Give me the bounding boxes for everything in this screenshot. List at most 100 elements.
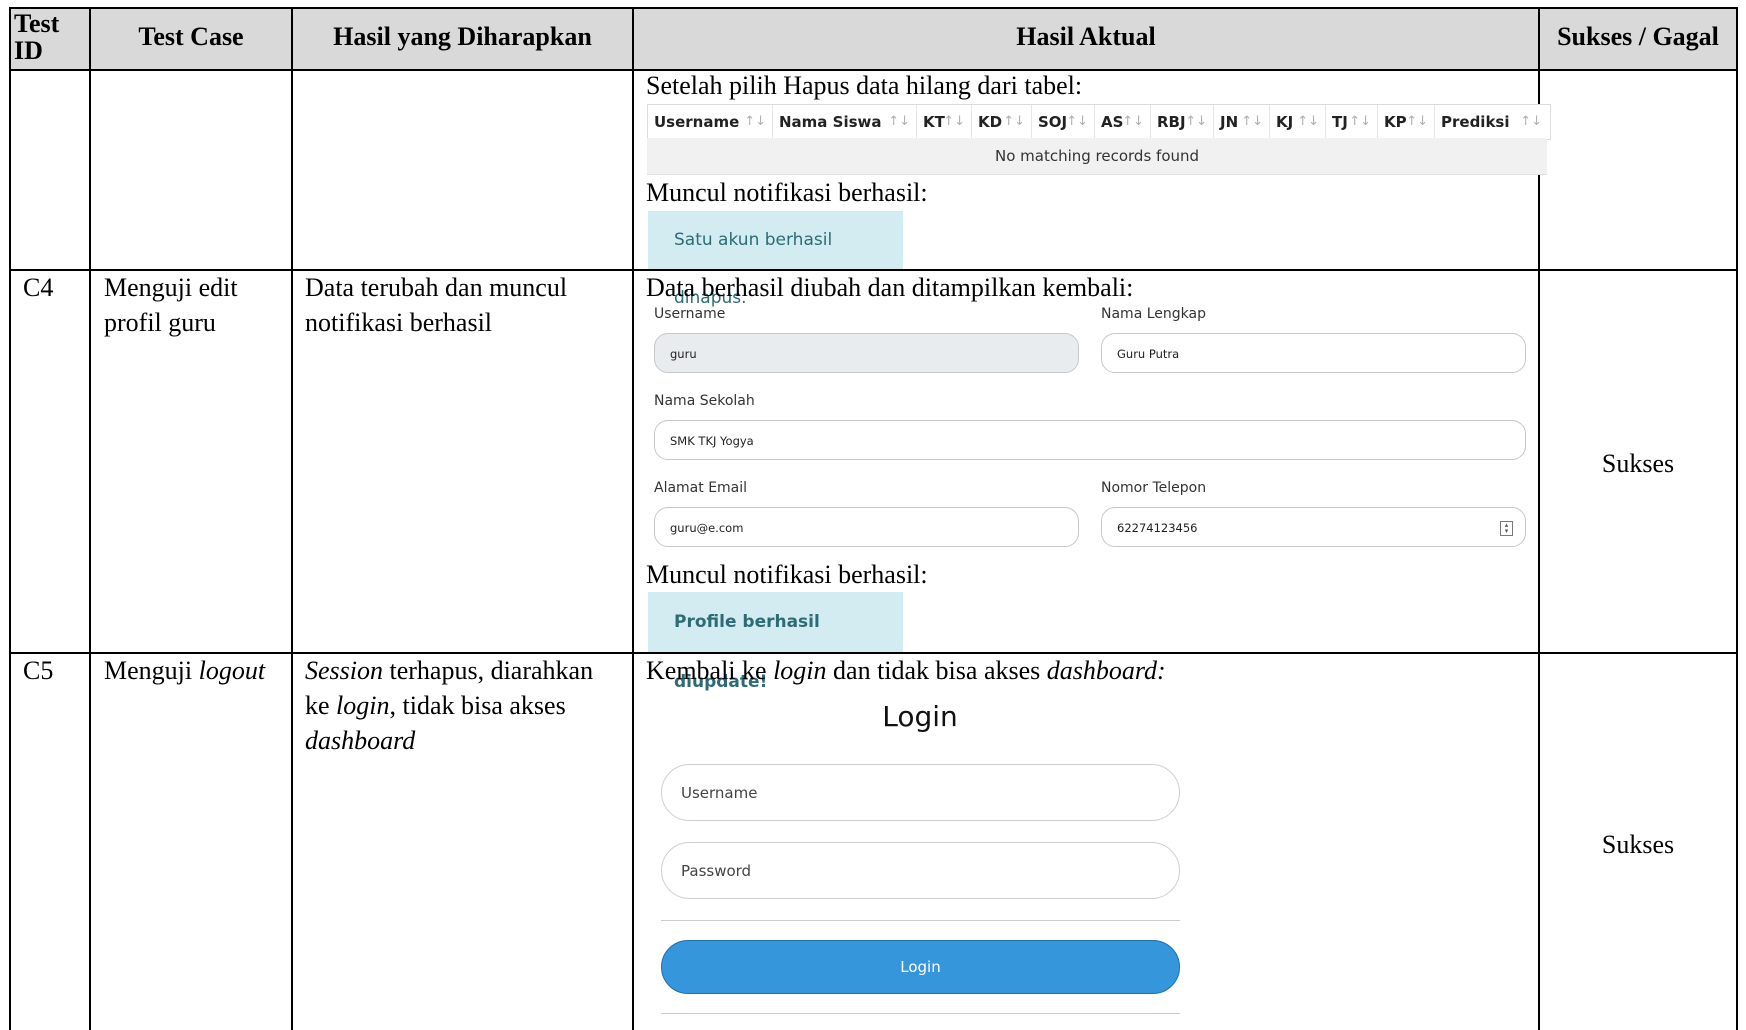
login-username-input[interactable]: Username: [661, 764, 1180, 821]
header-test-id-line2: ID: [14, 36, 43, 65]
school-label: Nama Sekolah: [654, 393, 755, 409]
expected-login-word: login: [336, 691, 390, 720]
row-c4-expected-line1: Data terubah dan muncul: [305, 273, 568, 302]
column-username[interactable]: Username ↑↓: [648, 105, 773, 139]
sort-icon: ↑↓: [1520, 114, 1542, 129]
login-divider: [661, 920, 1180, 921]
column-label: JN: [1220, 113, 1239, 131]
column-kj[interactable]: KJ ↑↓: [1270, 105, 1326, 139]
expected-text: , tidak bisa akses: [389, 691, 566, 720]
row-c5-expected-line1: Session terhapus, diarahkan: [305, 653, 593, 688]
fullname-label: Nama Lengkap: [1101, 306, 1206, 322]
col-border-1: [89, 7, 91, 1030]
school-field[interactable]: SMK TKJ Yogya: [654, 420, 1526, 460]
email-field[interactable]: guru@e.com: [654, 507, 1079, 547]
column-tj[interactable]: TJ ↑↓: [1326, 105, 1378, 139]
login-button[interactable]: Login: [661, 940, 1180, 994]
header-expected: Hasil yang Diharapkan: [333, 22, 592, 51]
phone-label: Nomor Telepon: [1101, 480, 1207, 496]
row-c4-notif-intro: Muncul notifikasi berhasil:: [646, 560, 928, 589]
fullname-field[interactable]: Guru Putra: [1101, 333, 1526, 373]
update-success-alert: Profile berhasil diupdate!: [648, 592, 903, 692]
actual-dashboard-word: dashboard:: [1046, 656, 1166, 685]
row-c3-notif-intro: Muncul notifikasi berhasil:: [646, 178, 928, 207]
column-label: AS: [1101, 113, 1124, 131]
sort-icon: ↑↓: [1003, 114, 1025, 129]
column-label: KP: [1384, 113, 1407, 131]
column-label: KT: [923, 113, 945, 131]
datatable-empty-message: No matching records found: [647, 138, 1547, 175]
column-label: KD: [978, 113, 1003, 131]
row-c5-test-case-italic: logout: [198, 656, 266, 685]
delete-success-alert: Satu akun berhasil dihapus.: [648, 211, 903, 308]
header-test-id: Test ID: [14, 10, 84, 64]
expected-text: terhapus, diarahkan: [383, 656, 594, 685]
row-c4-expected-line2: notifikasi berhasil: [305, 308, 493, 337]
username-label: Username: [654, 306, 726, 322]
column-jn[interactable]: JN ↑↓: [1214, 105, 1270, 139]
row-c4-test-case-line2: profil guru: [104, 308, 216, 337]
row-c5-test-case: Menguji logout: [104, 653, 265, 688]
row-c5-id: C5: [23, 656, 54, 685]
col-border-left: [9, 7, 11, 1030]
actual-text: Kembali ke: [646, 656, 774, 685]
column-label: RBJ: [1157, 113, 1186, 131]
row-c4-id: C4: [23, 273, 54, 302]
row-c5-actual-intro: Kembali ke login dan tidak bisa akses da…: [646, 653, 1166, 688]
header-test-case: Test Case: [138, 22, 244, 51]
table-border-top: [9, 7, 1738, 9]
col-border-3: [632, 7, 634, 1030]
sort-icon: ↑↓: [1066, 114, 1088, 129]
sort-icon: ↑↓: [744, 114, 766, 129]
column-soj[interactable]: SOJ ↑↓: [1032, 105, 1095, 139]
column-kt[interactable]: KT ↑↓: [917, 105, 972, 139]
sort-icon: ↑↓: [1185, 114, 1207, 129]
row-c5-expected: Session terhapus, diarahkan ke login, ti…: [305, 653, 593, 758]
column-kp[interactable]: KP ↑↓: [1378, 105, 1435, 139]
row-c5-result: Sukses: [1601, 830, 1675, 859]
row-c5-expected-line3: dashboard: [305, 723, 593, 758]
row-c5-test-case-plain: Menguji: [104, 656, 199, 685]
column-label: Prediksi: [1441, 113, 1510, 131]
col-border-right: [1736, 7, 1738, 1030]
email-label: Alamat Email: [654, 480, 748, 496]
column-prediksi[interactable]: Prediksi ↑↓: [1435, 105, 1548, 139]
phone-value: 62274123456: [1117, 521, 1198, 535]
number-spinner-icon[interactable]: ▴ ▾: [1500, 521, 1513, 536]
login-password-input[interactable]: Password: [661, 842, 1180, 899]
header-test-id-line1: Test: [14, 9, 60, 38]
column-nama-siswa[interactable]: Nama Siswa ↑↓: [773, 105, 917, 139]
column-kd[interactable]: KD ↑↓: [972, 105, 1032, 139]
row-c3-actual-intro: Setelah pilih Hapus data hilang dari tab…: [646, 71, 1083, 100]
row-c4-test-case-line1: Menguji edit: [104, 273, 238, 302]
expected-dashboard-word: dashboard: [305, 726, 416, 755]
username-field[interactable]: guru: [654, 333, 1079, 373]
row-c4-test-case: Menguji edit profil guru: [104, 270, 238, 340]
phone-field[interactable]: 62274123456 ▴ ▾: [1101, 507, 1526, 547]
column-label: Nama Siswa: [779, 113, 882, 131]
students-datatable-header: Username ↑↓ Nama Siswa ↑↓ KT ↑↓ KD ↑↓ SOJ ↑↓ …: [647, 104, 1551, 140]
actual-text: dan tidak bisa akses: [826, 656, 1047, 685]
expected-text: ke: [305, 691, 337, 720]
column-rbj[interactable]: RBJ ↑↓: [1151, 105, 1214, 139]
column-label: KJ: [1276, 113, 1294, 131]
actual-login-word: login: [773, 656, 827, 685]
sort-icon: ↑↓: [943, 114, 965, 129]
sort-icon: ↑↓: [1349, 114, 1371, 129]
sort-icon: ↑↓: [888, 114, 910, 129]
row-c5-expected-line2: ke login, tidak bisa akses: [305, 688, 593, 723]
header-result: Sukses / Gagal: [1557, 22, 1719, 51]
sort-icon: ↑↓: [1406, 114, 1428, 129]
sort-icon: ↑↓: [1297, 114, 1319, 129]
column-label: SOJ: [1038, 113, 1068, 131]
sort-icon: ↑↓: [1122, 114, 1144, 129]
col-border-2: [291, 7, 293, 1030]
login-divider: [661, 1013, 1180, 1014]
column-as[interactable]: AS ↑↓: [1095, 105, 1151, 139]
column-label: TJ: [1332, 113, 1348, 131]
sort-icon: ↑↓: [1241, 114, 1263, 129]
test-results-table: Test ID Test Case Hasil yang Diharapkan …: [0, 0, 1746, 1030]
header-actual: Hasil Aktual: [1016, 22, 1156, 51]
row-c4-actual-intro: Data berhasil diubah dan ditampilkan kem…: [646, 273, 1134, 302]
column-label: Username: [654, 113, 740, 131]
